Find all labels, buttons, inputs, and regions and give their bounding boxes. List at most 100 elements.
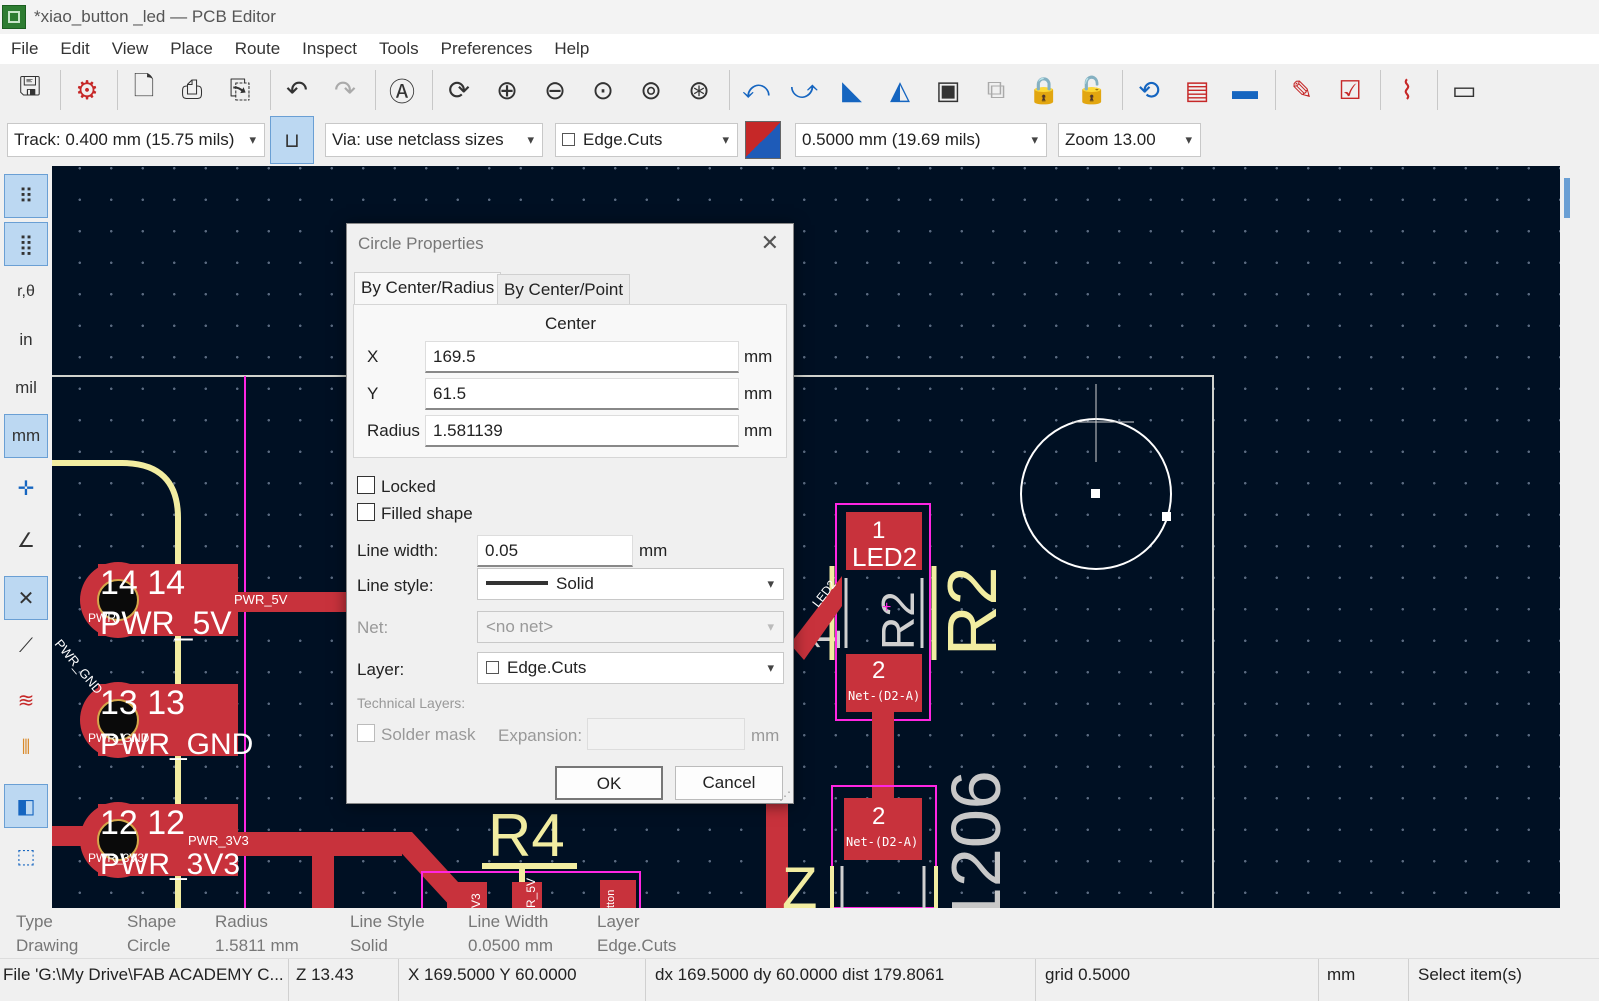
flip-icon[interactable]: ◣ (830, 68, 874, 112)
footprint-library-icon[interactable]: ▤ (1175, 68, 1219, 112)
left-toolbar: ⠿ ⣿ r,θ in mil mm ✛ ∠ ✕ ⟋ ≋ ⫴ ◧ ⬚ (0, 166, 52, 908)
drc-icon[interactable]: ☑ (1328, 68, 1372, 112)
curved-ratsnest-icon[interactable]: ⟋ (4, 624, 48, 668)
plot-icon[interactable]: ⎘ (218, 68, 262, 112)
ungroup-icon[interactable]: ⧉ (974, 68, 1018, 112)
tab-by-center-point[interactable]: By Center/Point (497, 274, 631, 308)
menu-file[interactable]: File (0, 34, 49, 64)
menu-inspect[interactable]: Inspect (291, 34, 368, 64)
lock-icon[interactable]: 🔒 (1022, 68, 1066, 112)
footprint-editor-icon[interactable]: ▬ (1223, 68, 1267, 112)
board-setup-icon[interactable]: ⚙ (65, 68, 109, 112)
refresh-icon[interactable]: ⟳ (437, 68, 481, 112)
layer-pair-icon[interactable] (745, 121, 781, 159)
track-outline-icon[interactable]: ≋ (4, 678, 48, 722)
units-mm-icon[interactable]: mm (4, 414, 48, 458)
y-input[interactable]: 61.5 (425, 378, 739, 410)
via-outline-icon[interactable]: ⫴ (4, 726, 48, 770)
pad-12-number: 12 12 (100, 804, 185, 842)
status-separator (288, 959, 289, 1001)
chevron-down-icon: ▾ (767, 576, 774, 591)
ok-button[interactable]: OK (555, 766, 663, 800)
unlock-icon[interactable]: 🔓 (1070, 68, 1114, 112)
status-cursor-xy: X 169.5000 Y 60.0000 (408, 965, 577, 984)
led2-pad-2-number: 2 (872, 657, 885, 684)
circle-center-handle[interactable] (1091, 489, 1100, 498)
zoom-in-icon[interactable]: ⊕ (485, 68, 529, 112)
menu-place[interactable]: Place (159, 34, 224, 64)
pcb-canvas[interactable]: 14 14 PWR_5V 13 13 PWR_GND 12 12 PWR_3V3… (52, 166, 1560, 908)
board-bounds-icon[interactable]: ⬚ (4, 834, 48, 878)
grid-select[interactable]: 0.5000 mm (19.69 mils) ▾ (795, 123, 1047, 157)
locked-checkbox[interactable] (357, 476, 375, 494)
ratsnest-icon[interactable]: ✕ (4, 576, 48, 620)
grid-overrides-icon[interactable]: ⣿ (4, 222, 48, 266)
filled-shape-checkbox[interactable] (357, 503, 375, 521)
status-mode: Select item(s) (1418, 965, 1522, 984)
units-inch-icon[interactable]: in (4, 318, 48, 362)
high-contrast-icon[interactable]: ◧ (4, 784, 48, 828)
pad-14-number: 14 14 (100, 564, 185, 602)
scripting-console-icon[interactable]: ▭ (1442, 68, 1486, 112)
technical-layers-label: Technical Layers: (357, 695, 466, 711)
zoom-fit-icon[interactable]: ⊙ (581, 68, 625, 112)
right-panel-strip (1560, 166, 1599, 908)
rotate-ccw-icon[interactable]: ⤺ (734, 68, 778, 112)
tab-by-center-radius[interactable]: By Center/Radius (354, 272, 502, 306)
polar-coords-icon[interactable]: r,θ (4, 270, 48, 314)
track-width-select[interactable]: Track: 0.400 mm (15.75 mils) ▾ (7, 123, 265, 157)
rotate-cw-icon[interactable]: ⤻ (782, 68, 826, 112)
chevron-down-icon: ▾ (767, 619, 774, 634)
auto-track-width-icon[interactable]: ⊔ (270, 116, 314, 164)
chevron-down-icon: ▾ (767, 660, 774, 675)
menu-tools[interactable]: Tools (368, 34, 430, 64)
zoom-objects-icon[interactable]: ⊚ (629, 68, 673, 112)
netlist-icon[interactable]: ✎ (1280, 68, 1324, 112)
radius-input[interactable]: 1.581139 (425, 415, 739, 447)
grid-dots-icon[interactable]: ⠿ (4, 174, 48, 218)
group-icon[interactable]: ▣ (926, 68, 970, 112)
layer-select[interactable]: Edge.Cuts ▾ (555, 123, 738, 157)
net-label: Net: (357, 618, 389, 637)
menu-edit[interactable]: Edit (49, 34, 100, 64)
chevron-down-icon: ▾ (1185, 132, 1192, 147)
resize-grip-icon[interactable]: ⋰ (779, 789, 791, 803)
circle-radius-handle[interactable] (1162, 512, 1171, 521)
solder-mask-label: Solder mask (381, 725, 476, 744)
track-label-pwr-3v3: PWR_3V3 (188, 833, 249, 848)
menu-view[interactable]: View (101, 34, 160, 64)
print-icon[interactable]: ⎙ (170, 68, 214, 112)
menu-route[interactable]: Route (224, 34, 291, 64)
window-title: *xiao_button _led — PCB Editor (34, 7, 276, 26)
menu-help[interactable]: Help (543, 34, 600, 64)
zoom-select[interactable]: Zoom 13.00 ▾ (1058, 123, 1201, 157)
layer-dropdown[interactable]: Edge.Cuts ▾ (477, 652, 784, 684)
appearance-panel-tab[interactable] (1564, 178, 1570, 218)
angle-snap-icon[interactable]: ∠ (4, 518, 48, 562)
cancel-button[interactable]: Cancel (675, 766, 783, 800)
menu-preferences[interactable]: Preferences (430, 34, 544, 64)
toolbar-separator (1122, 70, 1123, 110)
undo-icon[interactable]: ↶ (275, 68, 319, 112)
update-pcb-icon[interactable]: ⟲ (1127, 68, 1171, 112)
via-size-select[interactable]: Via: use netclass sizes ▾ (325, 123, 543, 157)
redo-icon[interactable]: ↷ (323, 68, 367, 112)
cursor-crosshair-icon[interactable]: ✛ (4, 466, 48, 510)
router-icon[interactable]: ⌇ (1385, 68, 1429, 112)
find-icon[interactable]: Ⓐ (380, 68, 424, 112)
status-separator (398, 959, 399, 1001)
status-grid: grid 0.5000 (1045, 965, 1131, 984)
close-icon[interactable]: ✕ (761, 230, 779, 256)
save-icon[interactable]: 🖫 (8, 68, 52, 112)
toolbar-separator (1380, 70, 1381, 110)
zoom-selection-icon[interactable]: ⊛ (677, 68, 721, 112)
line-style-select[interactable]: Solid ▾ (477, 568, 784, 600)
locked-label: Locked (381, 477, 436, 496)
x-input[interactable]: 169.5 (425, 341, 739, 373)
units-mil-icon[interactable]: mil (4, 366, 48, 410)
menu-bar: File Edit View Place Route Inspect Tools… (0, 34, 1599, 64)
zoom-out-icon[interactable]: ⊖ (533, 68, 577, 112)
line-width-input[interactable]: 0.05 (477, 535, 633, 567)
page-settings-icon[interactable]: 🗋 (122, 68, 166, 112)
mirror-icon[interactable]: ◭ (878, 68, 922, 112)
